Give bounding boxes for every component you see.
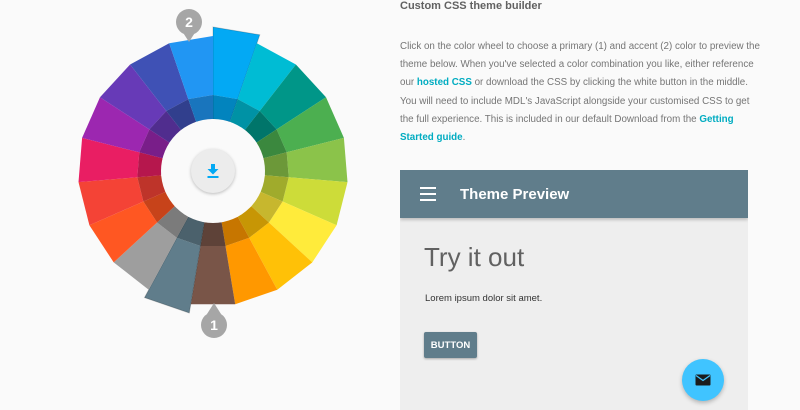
accent-color-marker: 2 bbox=[176, 9, 202, 42]
preview-heading: Try it out bbox=[424, 242, 525, 272]
download-icon bbox=[207, 164, 219, 178]
preview-header: Theme Preview bbox=[400, 170, 748, 218]
primary-color-marker: 1 bbox=[201, 303, 227, 338]
preview-text: Lorem ipsum dolor sit amet. bbox=[425, 293, 543, 304]
accent-marker-label: 2 bbox=[185, 14, 193, 30]
email-icon bbox=[695, 374, 711, 386]
preview-title: Theme Preview bbox=[460, 186, 570, 203]
color-wheel[interactable]: 2 1 bbox=[0, 0, 400, 400]
builder-description-part-3: . bbox=[462, 132, 466, 144]
builder-description: Click on the color wheel to choose a pri… bbox=[400, 38, 760, 147]
builder-title: Custom CSS theme builder bbox=[400, 0, 542, 12]
download-css-button[interactable] bbox=[191, 149, 235, 193]
preview-button[interactable]: BUTTON bbox=[424, 332, 477, 358]
primary-marker-label: 1 bbox=[210, 317, 218, 333]
color-wheel-svg[interactable] bbox=[0, 0, 400, 400]
email-fab[interactable] bbox=[682, 359, 724, 401]
hamburger-menu-icon[interactable] bbox=[420, 187, 436, 201]
hosted-css-link[interactable]: hosted CSS bbox=[417, 77, 472, 88]
